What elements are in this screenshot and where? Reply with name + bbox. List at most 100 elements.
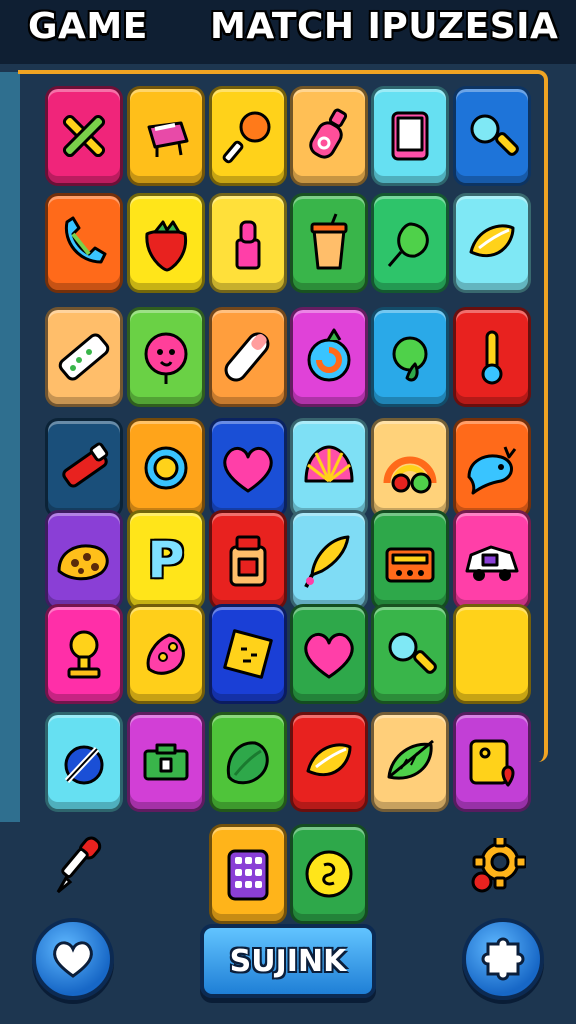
tile[interactable] xyxy=(45,510,123,610)
lemon-icon xyxy=(306,743,352,777)
lollipop-icon xyxy=(222,111,271,164)
puzzle-piece-icon xyxy=(223,629,273,679)
tile[interactable] xyxy=(290,307,368,407)
tile-extra[interactable] xyxy=(209,824,287,924)
favorite-button[interactable] xyxy=(32,918,114,1000)
lightbulb-icon xyxy=(461,623,523,685)
jar-icon xyxy=(229,535,267,587)
tile[interactable] xyxy=(45,193,123,293)
map-pin-icon xyxy=(469,739,515,787)
action-button[interactable]: SUJINK xyxy=(200,924,376,998)
tile[interactable] xyxy=(209,604,287,704)
tile[interactable] xyxy=(453,712,531,812)
compass-icon xyxy=(64,745,104,785)
tile[interactable] xyxy=(453,418,531,518)
cup-icon xyxy=(310,213,348,270)
camera-icon xyxy=(143,743,189,781)
tile[interactable] xyxy=(209,418,287,518)
crossed-tools-icon xyxy=(62,114,106,158)
board-side-rail xyxy=(0,72,20,822)
gear-icon[interactable] xyxy=(470,838,526,894)
tile[interactable] xyxy=(127,418,205,518)
tile[interactable] xyxy=(371,510,449,610)
feather-icon xyxy=(304,535,350,588)
lettuce-icon xyxy=(226,741,269,785)
tile[interactable] xyxy=(453,307,531,407)
radio-icon xyxy=(385,547,435,583)
tile[interactable] xyxy=(45,86,123,186)
game-label: GAME xyxy=(28,6,148,47)
tile-extra[interactable] xyxy=(290,824,368,924)
tile[interactable] xyxy=(453,193,531,293)
tile[interactable] xyxy=(371,307,449,407)
tile[interactable] xyxy=(127,193,205,293)
heart-icon xyxy=(304,633,354,679)
game-title: MATCH IPUZESIA xyxy=(210,6,559,47)
capsule-icon xyxy=(224,332,270,382)
tile[interactable] xyxy=(453,604,531,704)
tile[interactable] xyxy=(45,604,123,704)
car-icon xyxy=(465,545,519,581)
ticket-icon xyxy=(58,333,110,381)
rainbow-icon xyxy=(383,456,437,494)
tile[interactable] xyxy=(371,193,449,293)
tile[interactable] xyxy=(127,307,205,407)
tile[interactable] xyxy=(290,418,368,518)
settings-button[interactable] xyxy=(462,918,544,1000)
strawberry-icon xyxy=(145,220,188,272)
heart-icon xyxy=(223,447,273,493)
tile[interactable] xyxy=(290,86,368,186)
tile[interactable] xyxy=(371,86,449,186)
magnifier-icon xyxy=(470,114,519,156)
tile[interactable] xyxy=(45,712,123,812)
tile[interactable] xyxy=(290,510,368,610)
tile[interactable] xyxy=(290,712,368,812)
magnifier-icon xyxy=(388,632,437,674)
action-button-label: SUJINK xyxy=(229,943,347,979)
thermometer-icon xyxy=(481,330,503,385)
seashell-icon xyxy=(304,445,354,483)
heart-icon xyxy=(53,941,93,978)
potion-bottle-icon xyxy=(309,108,348,159)
swirl-fruit-icon xyxy=(307,328,351,382)
phone-handset-icon xyxy=(64,216,107,264)
tile[interactable] xyxy=(45,418,123,518)
calculator-icon xyxy=(227,849,269,901)
tile[interactable] xyxy=(45,307,123,407)
tile[interactable] xyxy=(290,193,368,293)
apple-icon xyxy=(392,336,428,382)
dropper-icon[interactable] xyxy=(52,836,108,896)
tile[interactable] xyxy=(209,510,287,610)
lemon-icon xyxy=(469,224,515,258)
flower-face-icon xyxy=(144,332,188,384)
leaf-branch-icon xyxy=(387,222,429,267)
letter-p-icon: P xyxy=(147,531,185,589)
tablet-icon xyxy=(391,111,429,161)
header-bar: GAME MATCH IPUZESIA xyxy=(0,0,576,64)
stamp-icon xyxy=(67,630,101,679)
tile[interactable] xyxy=(127,86,205,186)
puzzle-icon xyxy=(481,937,525,981)
teapot-icon xyxy=(147,121,189,157)
coin-icon xyxy=(305,850,353,898)
tile[interactable] xyxy=(209,86,287,186)
tile[interactable] xyxy=(290,604,368,704)
battery-icon xyxy=(62,442,109,488)
tile[interactable] xyxy=(209,307,287,407)
tile[interactable] xyxy=(453,86,531,186)
tile[interactable] xyxy=(209,193,287,293)
lemon-slice-icon xyxy=(144,446,188,490)
tile[interactable] xyxy=(127,712,205,812)
bird-icon xyxy=(467,446,517,495)
leaf-icon xyxy=(387,739,434,780)
tile[interactable] xyxy=(453,510,531,610)
tile[interactable] xyxy=(209,712,287,812)
cookie-icon xyxy=(57,544,109,581)
tile[interactable] xyxy=(371,604,449,704)
tile[interactable] xyxy=(371,418,449,518)
candy-icon xyxy=(146,633,185,675)
tile[interactable]: P xyxy=(127,510,205,610)
tile[interactable] xyxy=(127,604,205,704)
lipstick-icon xyxy=(235,220,261,270)
tile[interactable] xyxy=(371,712,449,812)
